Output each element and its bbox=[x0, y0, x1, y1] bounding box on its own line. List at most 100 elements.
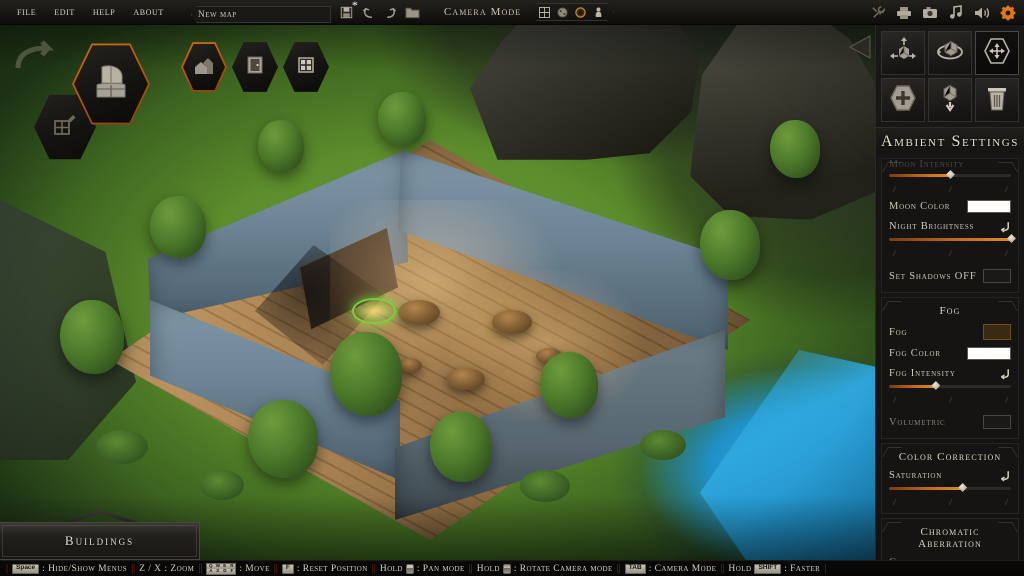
window-grid-icon bbox=[296, 55, 316, 80]
collapse-left-arrow-icon[interactable] bbox=[846, 32, 874, 62]
shortcut-faster: Hold SHIFT : Faster bbox=[728, 563, 820, 574]
print-icon[interactable] bbox=[896, 5, 912, 21]
sidebar-item-doors-hex[interactable] bbox=[232, 40, 278, 94]
chromatic-aberration-card: Chromatic Aberration Chromatic Aberratio… bbox=[881, 518, 1019, 560]
camera-mode-toggle-group[interactable] bbox=[529, 3, 614, 21]
buildings-panel[interactable]: Buildings bbox=[0, 510, 200, 574]
map-name-input[interactable] bbox=[190, 6, 331, 23]
fog-section-title: Fog bbox=[939, 305, 961, 317]
volumetric-row[interactable]: Volumetric bbox=[889, 415, 1011, 429]
3d-viewport[interactable] bbox=[0, 0, 1024, 576]
menu-file[interactable]: File bbox=[8, 3, 45, 21]
moon-intensity-slider[interactable] bbox=[889, 170, 1011, 180]
night-brightness-slider[interactable] bbox=[889, 234, 1016, 244]
slider-ticks bbox=[889, 186, 1014, 193]
separator: | bbox=[824, 563, 827, 574]
sidebar-item-assets-hex[interactable] bbox=[72, 40, 150, 128]
undo-icon[interactable] bbox=[359, 3, 378, 22]
shortcut-move: Q W E R A S D F : Move bbox=[206, 562, 270, 575]
moon-color-swatch[interactable] bbox=[967, 200, 1011, 213]
fog-color-label: Fog Color bbox=[889, 348, 941, 359]
night-brightness-reset-icon[interactable] bbox=[998, 220, 1011, 233]
separator: || bbox=[371, 563, 376, 574]
night-brightness-row: Night Brightness bbox=[889, 220, 1011, 233]
key-a: A bbox=[207, 567, 215, 574]
camera-mode-label: Camera Mode bbox=[443, 6, 522, 18]
key-d: D bbox=[221, 567, 229, 574]
move-tool-button[interactable] bbox=[881, 31, 925, 75]
helmet-chest-icon bbox=[92, 63, 130, 106]
menu-edit[interactable]: Edit bbox=[45, 3, 84, 21]
ring-icon[interactable] bbox=[574, 6, 587, 19]
tree bbox=[700, 210, 760, 280]
fog-row[interactable]: Fog bbox=[889, 324, 1011, 340]
buildings-panel-body[interactable]: Buildings bbox=[0, 522, 200, 560]
fog-color-row[interactable]: Fog Color bbox=[889, 347, 1011, 360]
slider-ticks bbox=[889, 499, 1014, 506]
night-brightness-label: Night Brightness bbox=[889, 221, 975, 232]
tree bbox=[60, 300, 124, 374]
tree bbox=[378, 92, 426, 146]
trash-icon bbox=[983, 83, 1011, 118]
open-folder-icon[interactable] bbox=[403, 3, 422, 22]
furniture-table[interactable] bbox=[447, 368, 485, 390]
sidebar-item-windows-hex[interactable] bbox=[283, 40, 329, 94]
key-tab: TAB bbox=[624, 563, 646, 574]
set-shadows-row[interactable]: Set Shadows OFF bbox=[889, 269, 1011, 283]
saturation-label: Saturation bbox=[889, 470, 943, 481]
separator: || bbox=[616, 563, 621, 574]
sidebar-item-buildings-hex[interactable] bbox=[181, 40, 227, 94]
tools-icon[interactable] bbox=[870, 5, 886, 21]
drop-tool-button[interactable] bbox=[928, 78, 972, 122]
furniture-table[interactable] bbox=[492, 310, 532, 334]
volumetric-toggle[interactable] bbox=[983, 415, 1011, 429]
slider-ticks bbox=[889, 250, 1014, 257]
shortcut-camera-mode: TAB : Camera Mode bbox=[624, 563, 717, 574]
top-menu-bar: File Edit Help About * Camera Mode bbox=[0, 0, 1024, 25]
delete-tool-button[interactable] bbox=[975, 78, 1019, 122]
fog-intensity-reset-icon[interactable] bbox=[998, 367, 1011, 380]
shortcut-label: : Pan mode bbox=[416, 563, 465, 574]
redo-arrow-icon[interactable] bbox=[14, 38, 58, 72]
settings-gear-icon[interactable] bbox=[1000, 5, 1016, 21]
moon-color-row[interactable]: Moon Color bbox=[889, 200, 1011, 213]
saturation-reset-icon[interactable] bbox=[998, 469, 1011, 482]
camera-icon[interactable] bbox=[922, 5, 938, 21]
unsaved-asterisk: * bbox=[351, 0, 358, 12]
moon-color-label: Moon Color bbox=[889, 201, 951, 212]
hold-label: Hold bbox=[728, 563, 752, 574]
key-zoom: Z / X bbox=[139, 563, 162, 574]
separator: || bbox=[468, 563, 473, 574]
menu-help[interactable]: Help bbox=[84, 3, 124, 21]
furniture-table[interactable] bbox=[398, 300, 440, 325]
redo-icon[interactable] bbox=[381, 3, 400, 22]
fog-intensity-slider[interactable] bbox=[889, 381, 1011, 391]
rotate-tool-button[interactable] bbox=[928, 31, 972, 75]
selected-object-highlight[interactable] bbox=[352, 298, 396, 324]
move-arrows-cube-icon bbox=[888, 36, 918, 71]
bush bbox=[96, 430, 148, 464]
moon-intensity-clipped-label: Moon Intensity bbox=[889, 160, 965, 169]
person-icon[interactable] bbox=[592, 6, 605, 19]
panel-title-ambient-settings: Ambient Settings bbox=[876, 127, 1024, 154]
save-icon[interactable]: * bbox=[337, 0, 358, 22]
fog-toggle[interactable] bbox=[983, 324, 1011, 340]
tree bbox=[430, 412, 492, 482]
volume-icon[interactable] bbox=[974, 5, 990, 21]
saturation-row: Saturation bbox=[889, 469, 1011, 482]
buildings-panel-title: Buildings bbox=[64, 533, 135, 548]
saturation-slider[interactable] bbox=[889, 483, 1011, 493]
add-tool-button[interactable] bbox=[881, 78, 925, 122]
set-shadows-toggle[interactable] bbox=[983, 269, 1011, 283]
door-icon bbox=[245, 55, 265, 80]
shortcut-label: : Move bbox=[239, 563, 270, 574]
rotate-cube-icon bbox=[935, 36, 965, 71]
grid-view-icon[interactable] bbox=[538, 6, 551, 19]
pan-tool-button[interactable] bbox=[975, 31, 1019, 75]
menu-about[interactable]: About bbox=[124, 3, 173, 21]
dice-icon[interactable] bbox=[556, 6, 569, 19]
fog-card: Fog Fog Fog Color Fog Intensity Volumetr… bbox=[881, 297, 1019, 439]
fog-color-swatch[interactable] bbox=[967, 347, 1011, 360]
music-icon[interactable] bbox=[948, 5, 964, 21]
shortcut-label: : Camera Mode bbox=[648, 563, 717, 574]
